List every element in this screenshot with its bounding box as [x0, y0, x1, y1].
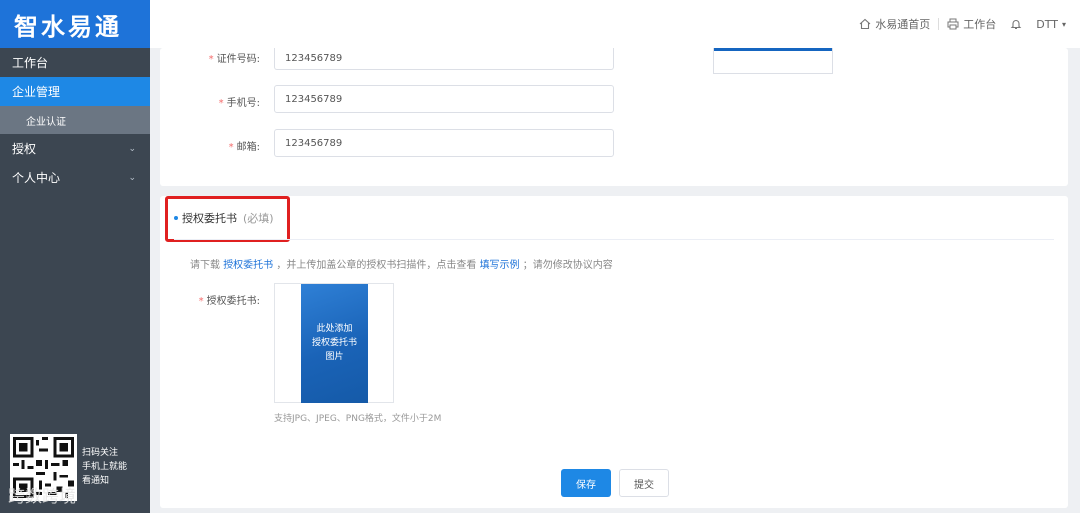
sidebar-subitem-enterprise-cert[interactable]: 企业认证 [0, 106, 150, 134]
sidebar-item-label: 企业管理 [12, 85, 61, 99]
chevron-down-icon: ⌄ [128, 143, 136, 154]
sidebar-item-label: 授权 [12, 142, 37, 156]
id-number-label: * 证件号码: [208, 54, 260, 65]
authorization-upload[interactable]: 此处添加 授权委托书 图片 [274, 283, 394, 403]
authorization-card: 授权委托书 (必填) 请下载 授权委托书 ，并上传加盖公章的授权书扫描件，点击查… [160, 196, 1068, 508]
workbench-link-label: 工作台 [963, 18, 997, 31]
caret-down-icon: ▾ [1061, 19, 1066, 29]
email-label: * 邮箱: [228, 142, 260, 153]
top-header: 水易通首页 工作台 DTT ▾ [150, 0, 1080, 48]
license-preview-thumbnail[interactable] [713, 48, 833, 74]
user-name: DTT [1036, 17, 1058, 31]
bell-icon [1010, 20, 1022, 30]
notification-button[interactable] [1010, 18, 1022, 30]
example-link[interactable]: 填写示例 [480, 260, 520, 271]
watermark: 跨数跨境 [8, 487, 76, 507]
upload-label: * 授权委托书: [198, 296, 260, 307]
email-input[interactable]: 123456789 [274, 129, 614, 157]
printer-icon [947, 18, 959, 30]
sidebar-item-label: 工作台 [12, 56, 49, 70]
upload-hint: 请下载 授权委托书 ，并上传加盖公章的授权书扫描件，点击查看 填写示例 ；请勿修… [190, 260, 613, 271]
workbench-link[interactable]: 工作台 [947, 16, 996, 32]
phone-label: * 手机号: [218, 98, 260, 109]
sidebar-item-authorization[interactable]: 授权 ⌄ [0, 134, 150, 163]
id-number-input[interactable]: 123456789 [274, 48, 614, 70]
sidebar-item-enterprise[interactable]: 企业管理 [0, 77, 150, 106]
user-menu[interactable]: DTT ▾ [1036, 18, 1066, 31]
home-icon [859, 18, 871, 30]
upload-placeholder-image: 此处添加 授权委托书 图片 [301, 284, 368, 403]
logo-text: 智水易通 [14, 12, 122, 41]
sidebar-item-workbench[interactable]: 工作台 [0, 48, 150, 77]
sidebar: 智水易通 工作台 企业管理 企业认证 授权 ⌄ 个人中心 ⌄ 扫码关注 手机上就… [0, 0, 150, 513]
highlight-annotation [165, 196, 290, 242]
header-divider [938, 18, 940, 30]
qr-caption: 扫码关注 手机上就能 看通知 [82, 448, 128, 486]
chevron-down-icon: ⌄ [128, 172, 136, 183]
section-divider [174, 239, 1054, 240]
sidebar-item-personal[interactable]: 个人中心 ⌄ [0, 163, 150, 192]
home-link-label: 水易通首页 [875, 18, 931, 31]
contact-info-card: * 证件号码: 123456789 * 手机号: 123456789 * 邮箱: 12… [160, 48, 1068, 186]
logo[interactable]: 智水易通 [0, 0, 150, 48]
upload-format-note: 支持JPG、JPEG、PNG格式，文件小于2M [274, 414, 442, 424]
sidebar-item-label: 企业认证 [26, 116, 66, 128]
download-template-link[interactable]: 授权委托书 [223, 260, 273, 271]
submit-button[interactable]: 提交 [619, 469, 669, 497]
sidebar-item-label: 个人中心 [12, 171, 61, 185]
phone-input[interactable]: 123456789 [274, 85, 614, 113]
save-button[interactable]: 保存 [561, 469, 611, 497]
home-link[interactable]: 水易通首页 [859, 16, 930, 32]
